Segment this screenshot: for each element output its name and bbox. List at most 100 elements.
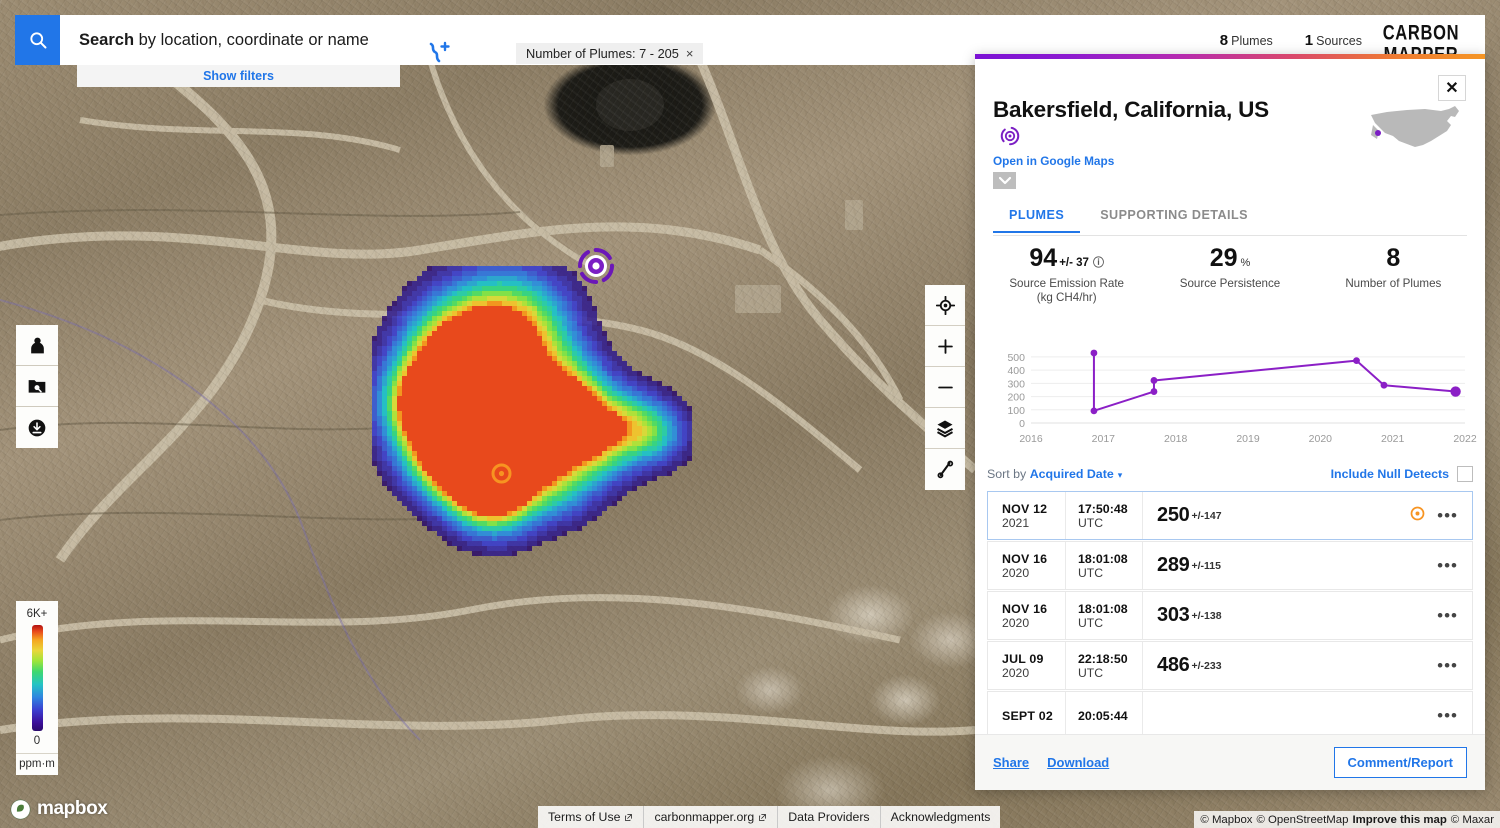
external-link-icon [625, 813, 633, 821]
source-spinner-icon [999, 125, 1021, 153]
include-null-detects-checkbox[interactable] [1457, 466, 1473, 482]
chart-x-tick: 2022 [1453, 433, 1477, 445]
plume-list-row[interactable]: NOV 16 2020 18:01:08 UTC 303 +/-138 ••• [987, 591, 1473, 640]
plume-row-time-value: 18:01:08 [1078, 551, 1128, 566]
chart-y-tick: 400 [1007, 365, 1025, 377]
plume-list-row[interactable]: NOV 16 2020 18:01:08 UTC 289 +/-115 ••• [987, 541, 1473, 590]
footer-link-data-providers[interactable]: Data Providers [778, 806, 881, 828]
map-footer-links: Terms of Use carbonmapper.org Data Provi… [538, 806, 1001, 828]
sort-value-label[interactable]: Acquired Date [1030, 467, 1114, 481]
zoom-out-button[interactable] [925, 367, 965, 408]
plume-row-date-year: 2020 [1002, 565, 1030, 580]
plume-row-menu-button[interactable]: ••• [1437, 657, 1458, 674]
chart-y-tick: 500 [1007, 352, 1025, 364]
plume-row-emission-value: 486 [1157, 654, 1190, 676]
source-marker-icon[interactable] [578, 248, 614, 284]
plume-row-marker-icon[interactable] [1409, 505, 1426, 527]
chart-y-tick: 200 [1007, 392, 1025, 404]
plume-list-row[interactable]: JUL 09 2020 22:18:50 UTC 486 +/-233 ••• [987, 641, 1473, 690]
chart-y-tick: 300 [1007, 378, 1025, 390]
plume-list-row[interactable]: SEPT 02 20:05:44 ••• [987, 691, 1473, 734]
plume-row-date-year: 2020 [1002, 615, 1030, 630]
plume-row-time: 18:01:08 UTC [1066, 542, 1143, 589]
plume-list[interactable]: NOV 12 2021 17:50:48 UTC 250 +/-147 ••• NOV 16 2… [987, 491, 1473, 734]
chevron-down-icon [998, 176, 1011, 185]
attr-maxar: © Maxar [1450, 813, 1494, 826]
attr-mapbox: © Mapbox [1200, 813, 1253, 826]
map-controls [925, 285, 965, 490]
share-link[interactable]: Share [993, 755, 1029, 770]
stat-persistence-value: 29 [1209, 244, 1238, 272]
chart-x-tick: 2020 [1309, 433, 1333, 445]
plus-icon [937, 338, 953, 354]
plume-row-date-year: 2020 [1002, 665, 1030, 680]
plume-row-menu-button[interactable]: ••• [1437, 607, 1458, 624]
plume-row-emission-error: +/-147 [1191, 509, 1222, 522]
plume-row-emission: 289 +/-115 [1143, 542, 1437, 589]
chart-data-point[interactable] [1380, 381, 1388, 389]
plume-row-time-value: 18:01:08 [1078, 601, 1128, 616]
crosshair-icon [935, 295, 955, 315]
saved-searches-button[interactable] [16, 366, 58, 407]
stat-plumes-label: Number of Plumes [1345, 276, 1442, 290]
plume-row-menu-button[interactable]: ••• [1437, 507, 1458, 524]
plume-row-date: JUL 09 2020 [988, 642, 1066, 689]
download-link[interactable]: Download [1047, 755, 1109, 770]
minus-icon [937, 386, 953, 388]
methane-plume-overlay [372, 266, 692, 556]
plume-row-menu-button[interactable]: ••• [1437, 707, 1458, 724]
geolocate-button[interactable] [925, 285, 965, 326]
chart-data-point[interactable] [1150, 377, 1158, 384]
footer-link-carbonmapper-label: carbonmapper.org [654, 810, 755, 824]
open-in-google-maps-link[interactable]: Open in Google Maps [993, 154, 1114, 168]
plume-row-menu-button[interactable]: ••• [1437, 557, 1458, 574]
layers-icon [937, 420, 953, 438]
plume-row-date: NOV 16 2020 [988, 592, 1066, 639]
footer-link-acknowledgments-label: Acknowledgments [890, 810, 991, 824]
plume-list-row[interactable]: NOV 12 2021 17:50:48 UTC 250 +/-147 ••• [987, 491, 1473, 540]
plume-row-emission: 303 +/-138 [1143, 592, 1437, 639]
include-null-detects-label[interactable]: Include Null Detects [1331, 467, 1449, 481]
close-panel-button[interactable]: ✕ [1438, 75, 1466, 101]
plume-row-emission-value: 289 [1157, 554, 1190, 576]
legend-unit-label: ppm·m [16, 753, 58, 770]
person-icon [30, 337, 44, 353]
comment-report-button[interactable]: Comment/Report [1333, 747, 1467, 778]
folder-search-icon [28, 380, 46, 393]
stat-source-persistence: 29% Source Persistence [1148, 244, 1311, 305]
expand-details-button[interactable] [993, 172, 1016, 189]
chart-data-point[interactable] [1090, 349, 1098, 357]
plume-row-actions: ••• [1437, 692, 1472, 734]
chart-data-point[interactable] [1450, 386, 1461, 397]
zoom-in-button[interactable] [925, 326, 965, 367]
plume-origin-marker-icon[interactable] [489, 461, 514, 486]
measure-distance-button[interactable] [925, 449, 965, 490]
footer-link-acknowledgments[interactable]: Acknowledgments [881, 806, 1001, 828]
tab-supporting-details[interactable]: SUPPORTING DETAILS [1084, 206, 1264, 231]
open-in-google-maps-label: Open in Google Maps [993, 154, 1115, 168]
emission-history-chart[interactable]: 0 100 200 300 400 500 2016 2017 2018 2019 2020 2021… [983, 331, 1477, 456]
attr-improve-link[interactable]: Improve this map [1352, 814, 1446, 826]
mapbox-logo[interactable]: mapbox [10, 798, 108, 820]
page-title: Bakersfield, California, US [993, 97, 1293, 154]
plume-row-emission: 250 +/-147 [1143, 492, 1409, 539]
chart-data-point[interactable] [1150, 388, 1158, 395]
stat-emission-label: Source Emission Rate (kg CH4/hr) [1009, 276, 1125, 304]
footer-link-carbonmapper[interactable]: carbonmapper.org [644, 806, 779, 828]
plume-row-timezone: UTC [1078, 665, 1104, 680]
plume-row-actions: ••• [1409, 492, 1472, 539]
layers-button[interactable] [925, 408, 965, 449]
map-left-toolbar [16, 325, 58, 448]
footer-link-terms[interactable]: Terms of Use [538, 806, 645, 828]
chart-data-point[interactable] [1090, 407, 1098, 415]
chart-x-tick: 2019 [1236, 433, 1260, 445]
plume-row-actions: ••• [1437, 592, 1472, 639]
chart-data-point[interactable] [1353, 357, 1360, 365]
sort-prefix-label: Sort by [987, 467, 1027, 481]
sort-control[interactable]: Sort by Acquired Date ▾ [987, 467, 1122, 481]
tab-plumes[interactable]: PLUMES [993, 206, 1081, 233]
download-data-button[interactable] [16, 407, 58, 448]
user-profile-button[interactable] [16, 325, 58, 366]
info-icon[interactable]: ⓘ [1093, 257, 1104, 269]
plume-row-time-value: 20:05:44 [1078, 708, 1128, 723]
